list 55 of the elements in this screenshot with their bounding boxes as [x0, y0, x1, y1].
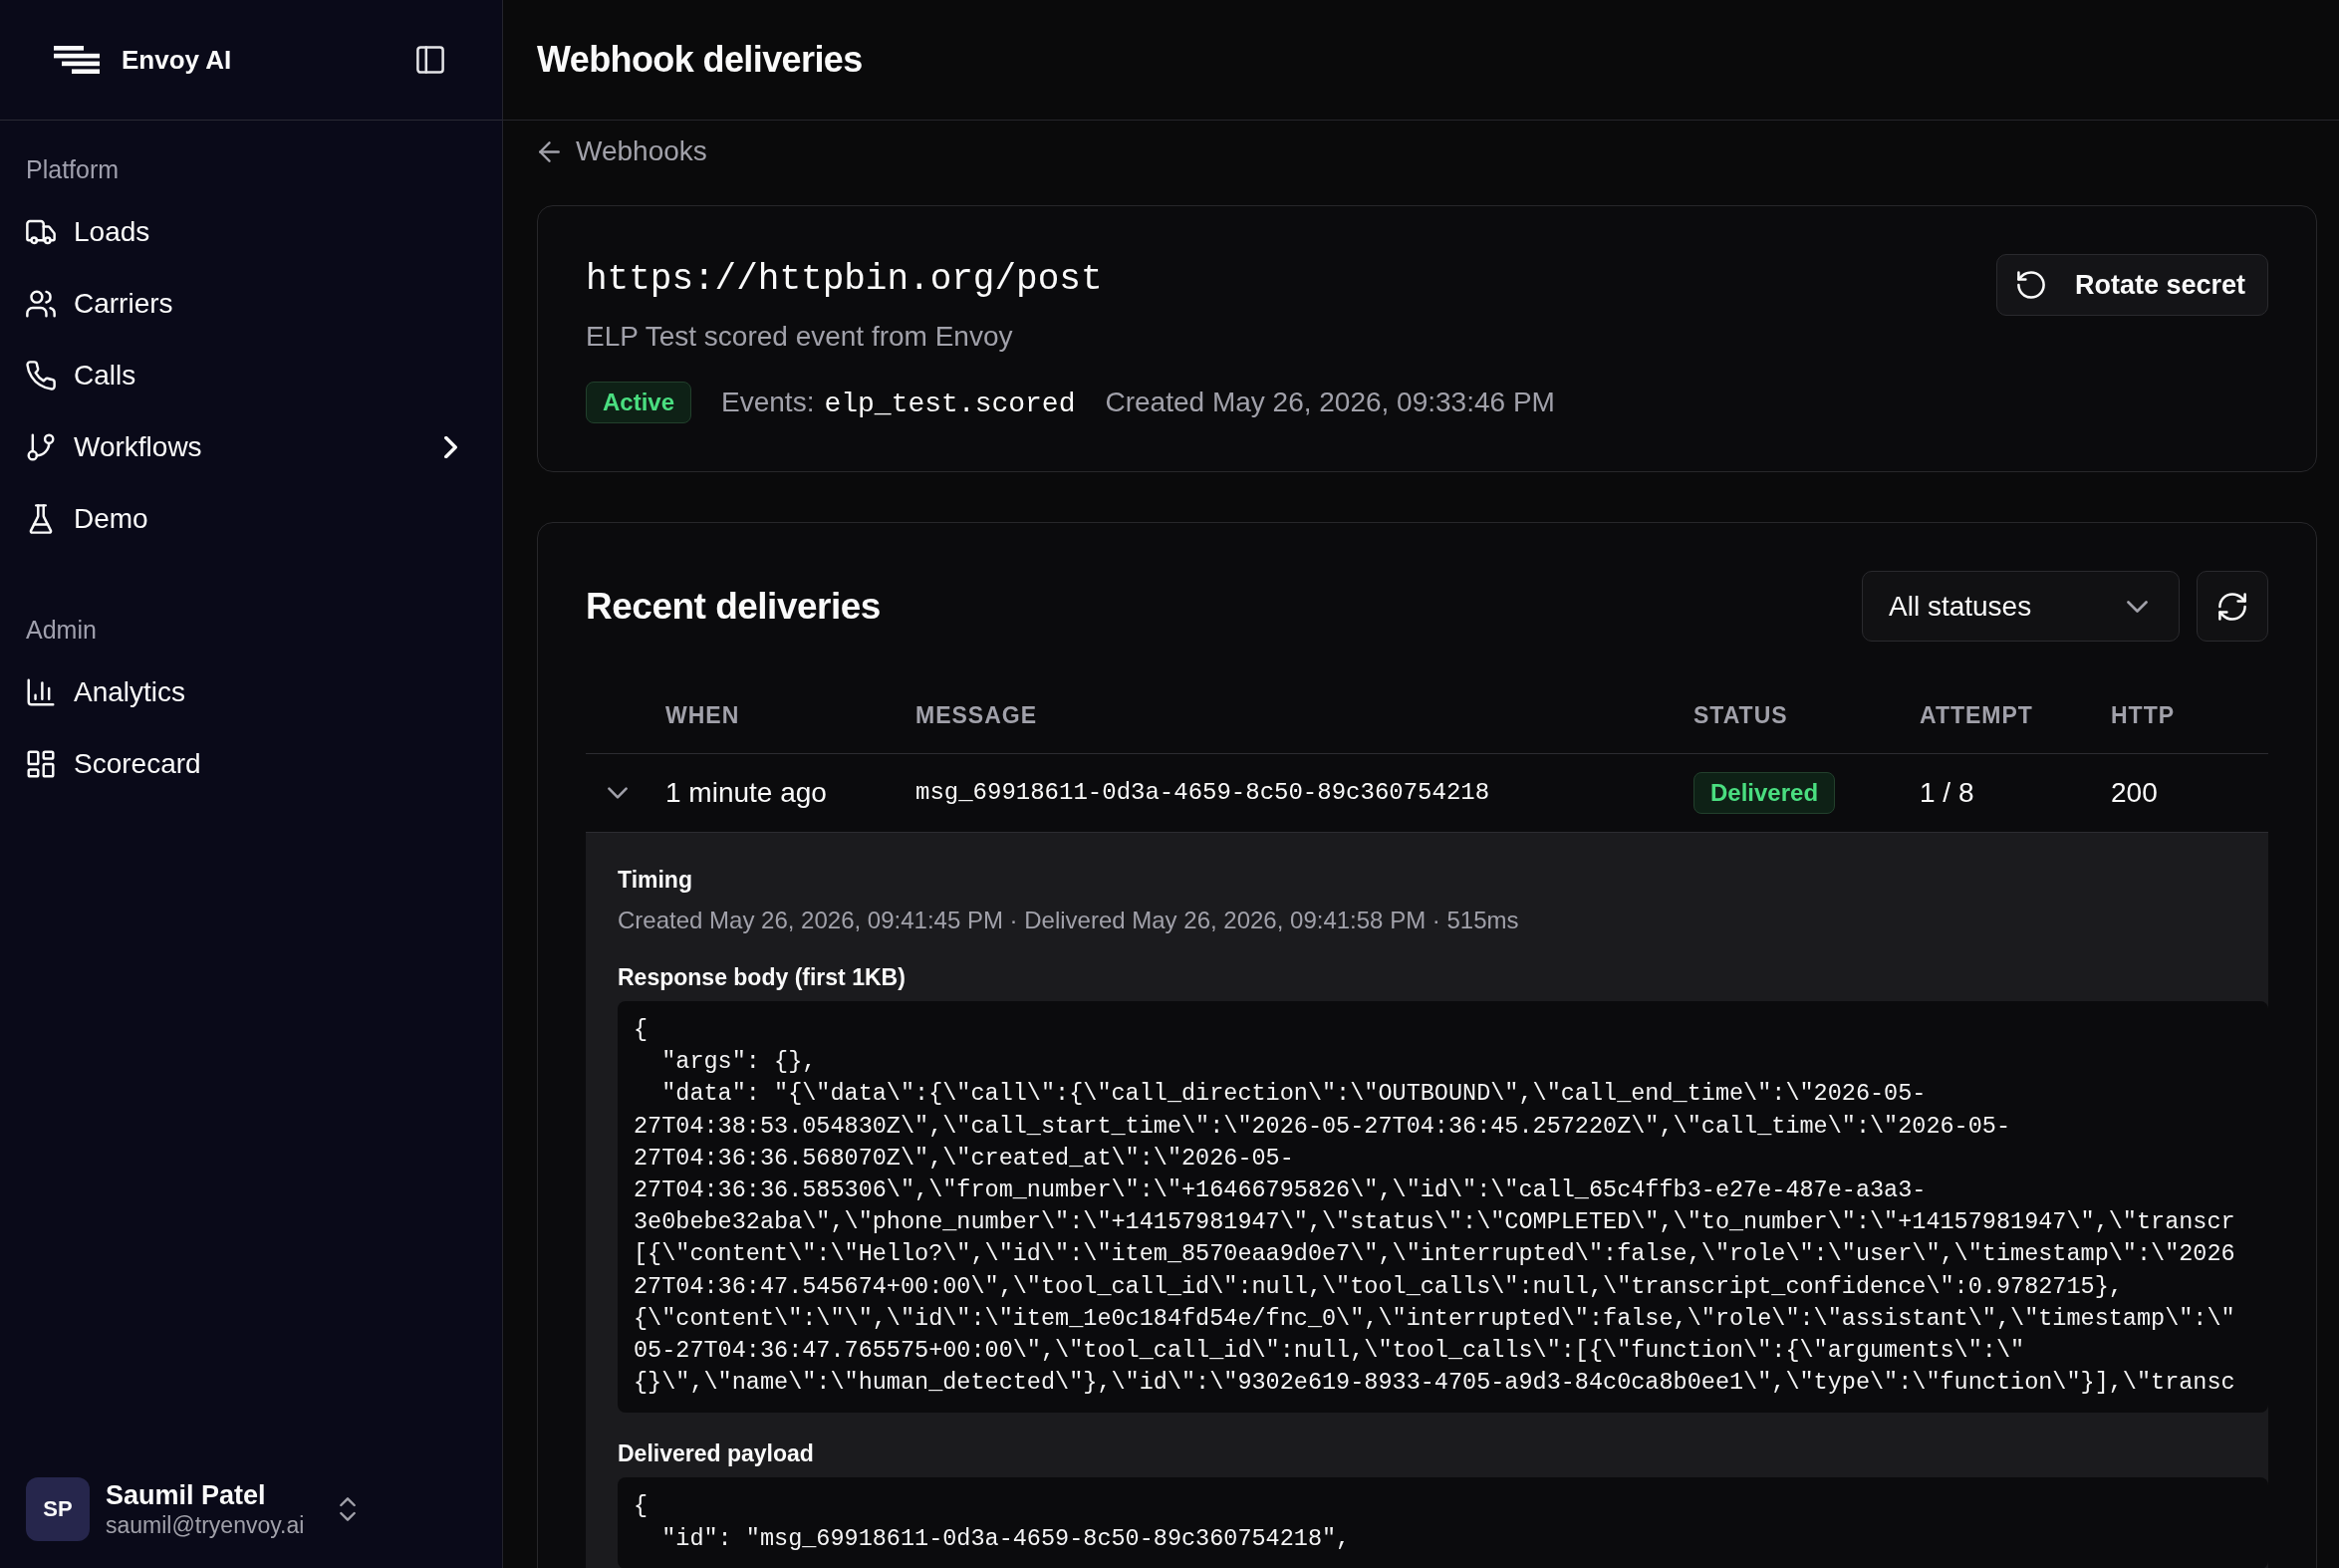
table-cell: 200	[2111, 776, 2158, 810]
section-label: Delivered payload	[618, 1439, 815, 1469]
event-name: elp_test.scored	[824, 388, 1076, 419]
chevrons-up-down-icon[interactable]	[340, 1496, 357, 1522]
column-header: HTTP	[2111, 701, 2176, 730]
status-filter[interactable]: All statuses	[1862, 571, 2180, 642]
grid-icon	[26, 749, 56, 779]
table-cell: 1 / 8	[1920, 776, 1974, 810]
refresh-icon	[2218, 592, 2246, 621]
nav-item[interactable]: Workflows	[13, 417, 489, 477]
arrow-left-icon	[539, 140, 560, 162]
rotate-secret-button[interactable]: Rotate secret	[1995, 254, 2268, 316]
phone-icon	[26, 361, 56, 391]
nav-item[interactable]: Calls	[13, 346, 489, 405]
webhook-description: ELP Test scored event from Envoy	[586, 320, 1014, 354]
table-cell-text: msg_69918611-0d3a-4659-8c50-89c360754218	[915, 778, 1490, 808]
branch-icon	[26, 432, 56, 462]
code-block: { "args": {}, "data": "{\"data\":{\"call\":{\"call_direction\":\"OUTBOUND\",\"call_end_time\":\"2026-05- 27T04:38:53.054830Z\",\"call_start_time\":\"2026-05-27T04:36:45.257220Z\",\"call_time\":\"2026-05- 27T04:36:36.568070Z\",\"created_at\":\"2026-05- 27T04:36:36.585306\",\"from_number\":\"+16466795826\",\"id\":\"call_65c4ffb3-e27e-487e-a3a3- 3e0bebe32aba\",\"phone_number\":\"+14157981947\",\"status\":\"COMPLETED\",\"to_number\":\"+14157981947\",\"transcr [{\"content\":\"Hello?\",\"id\":\"item_8570eaa9d0e7\",\"interrupted\":false,\"role\":\"user\",\"timestamp\":\"2026 27T04:36:47.545674+00:00\",\"tool_call_id\":null,\"tool_calls\":null,\"transcript_confidence\":0.9782715}, {\"content\":\"\",\"id\":\"item_1e0c184fd54e/fnc_0\",\"interrupted\":false,\"role\":\"assistant\",\"timestamp\":\" 05-27T04:36:47.765575+00:00\",\"tool_call_id\":null,\"tool_calls\":[{\"function\":{\"arguments\":\" {}\",\"name\":\"human_detected\"},\"id\":\"9302e619-8933-4705-a9d3-84c0ca8b0ee1\",\"type\":\"function\"}],\"transc	[618, 1001, 2268, 1414]
status-badge: Active	[586, 382, 692, 423]
column-header: MESSAGE	[915, 701, 1038, 730]
webhook-url: https://httpbin.org/post	[586, 258, 1104, 302]
nav-item[interactable]: Carriers	[13, 274, 489, 334]
user-avatar: SP	[26, 1477, 90, 1541]
back-link[interactable]: Webhooks	[537, 133, 707, 169]
column-header: WHEN	[665, 701, 740, 730]
section-title: Recent deliveries	[586, 584, 881, 629]
logo-icon	[54, 46, 100, 74]
users-icon	[26, 289, 56, 319]
status-badge: Delivered	[1693, 772, 1836, 814]
section-label: Admin	[25, 615, 97, 646]
timing-text: Created May 26, 2026, 09:41:45 PM · Delivered May 26, 2026, 09:41:58 PM · 515ms	[618, 906, 1520, 935]
events-label: Events:	[721, 386, 815, 417]
rotate-icon	[2016, 271, 2045, 299]
column-header: ATTEMPT	[1920, 701, 2033, 730]
created-date: Created May 26, 2026, 09:33:46 PM	[1105, 387, 1555, 418]
refresh-button[interactable]	[2197, 571, 2268, 642]
column-header: STATUS	[1693, 701, 1788, 730]
page-title: Webhook deliveries	[537, 38, 863, 82]
section-label: Timing	[618, 866, 693, 895]
chevron-down-icon[interactable]	[608, 787, 628, 799]
user-email: saumil@tryenvoy.ai	[106, 1511, 305, 1539]
truck-icon	[26, 217, 56, 247]
nav-item[interactable]: Demo	[13, 489, 489, 549]
section-label: Response body (first 1KB)	[618, 963, 907, 992]
nav-item[interactable]: Loads	[13, 202, 489, 262]
chevron-down-icon	[2127, 600, 2148, 613]
code-block: { "id": "msg_69918611-0d3a-4659-8c50-89c360754218",	[618, 1477, 2268, 1568]
nav-item[interactable]: Scorecard	[13, 734, 489, 794]
user-name: Saumil Patel	[106, 1479, 267, 1511]
panel-toggle-icon[interactable]	[416, 46, 444, 74]
nav-item[interactable]: Analytics	[13, 662, 489, 722]
section-label: Platform	[25, 154, 120, 185]
bar-chart-icon	[26, 677, 56, 707]
table-cell: 1 minute ago	[665, 776, 827, 810]
brand-name: Envoy AI	[122, 44, 232, 76]
